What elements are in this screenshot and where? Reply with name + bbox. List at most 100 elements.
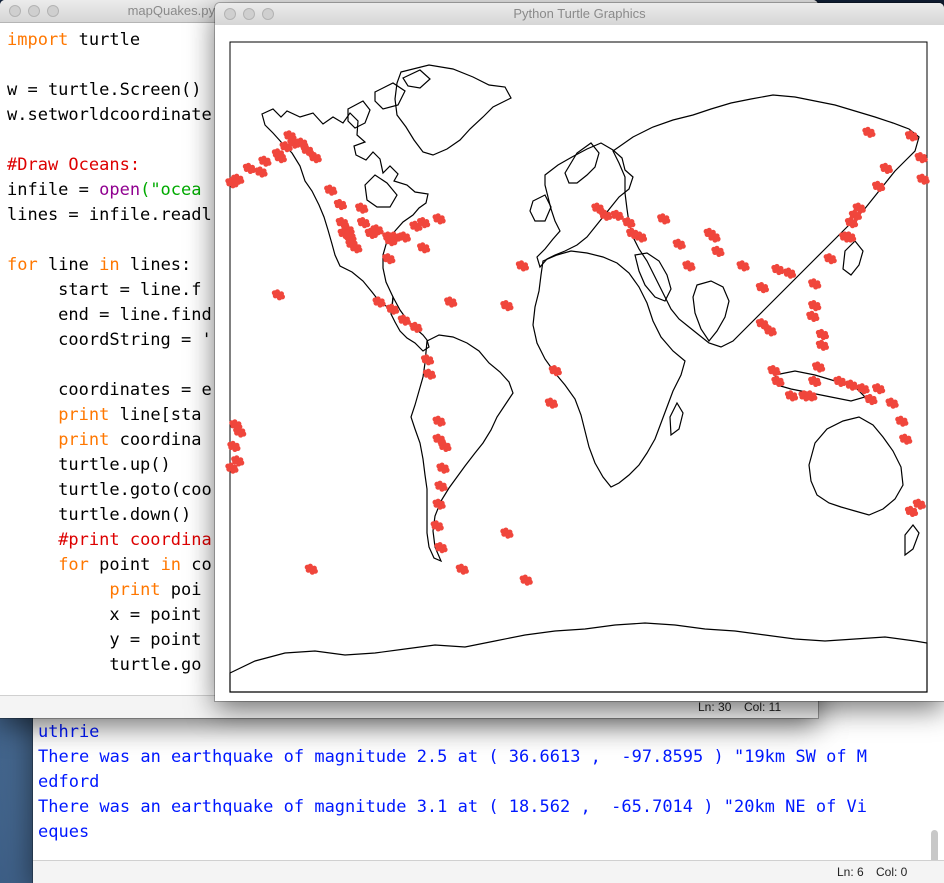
- code-token: w.setworldcoordinate: [7, 105, 212, 125]
- antarctica-outline: [229, 622, 928, 693]
- earthquake-marker: [904, 130, 919, 142]
- earthquake-marker: [784, 390, 799, 402]
- earthquake-marker: [862, 126, 876, 138]
- earthquake-marker: [823, 253, 837, 265]
- earthquake-marker: [308, 152, 322, 164]
- earthquake-marker: [879, 162, 893, 174]
- code-token: ("ocea: [140, 180, 202, 200]
- code-token: turtle.goto(coo: [7, 480, 212, 500]
- japan: [842, 240, 864, 276]
- code-token: infile =: [7, 180, 100, 200]
- editor-status-col: Col: 11: [744, 700, 782, 714]
- earthquake-marker: [397, 314, 411, 326]
- earthquake-markers: [225, 126, 930, 586]
- british-isles: [529, 194, 552, 222]
- earthquake-marker: [409, 321, 423, 333]
- south-america-outline: [410, 334, 514, 563]
- editor-title: mapQuakes.py: [127, 3, 215, 18]
- earthquake-marker: [916, 173, 930, 185]
- earthquake-marker: [258, 155, 272, 167]
- earthquake-marker: [808, 300, 822, 312]
- earthquake-marker: [333, 198, 347, 211]
- earthquake-marker: [417, 242, 431, 254]
- code-token: in: [99, 255, 120, 275]
- earthquake-marker: [436, 462, 450, 474]
- turtle-canvas[interactable]: [215, 25, 944, 701]
- code-token: for: [7, 255, 38, 275]
- earthquake-marker: [349, 242, 363, 254]
- earthquake-marker: [273, 152, 287, 164]
- turtle-graphics-window[interactable]: Python Turtle Graphics: [215, 3, 944, 701]
- code-token: turtle.up(): [7, 455, 171, 475]
- python-shell-window[interactable]: SSW of GuthrieThere was an earthquake of…: [33, 690, 944, 883]
- code-token: #Draw Oceans:: [7, 155, 141, 175]
- turtle-titlebar[interactable]: Python Turtle Graphics: [215, 3, 944, 26]
- shell-output-line: uthrie: [38, 722, 100, 742]
- earthquake-marker: [755, 318, 770, 330]
- shell-statusbar: Ln: 6 Col: 0: [33, 860, 944, 883]
- code-token: print: [58, 405, 110, 425]
- code-token: import: [7, 30, 69, 50]
- code-token: in: [160, 555, 182, 575]
- earthquake-marker: [808, 278, 822, 290]
- earthquake-marker: [227, 440, 241, 452]
- earthquake-marker: [304, 563, 318, 575]
- code-token: turtle.down(): [7, 505, 192, 525]
- earthquake-marker: [672, 238, 686, 250]
- earthquake-marker: [767, 365, 781, 377]
- earthquake-marker: [707, 231, 721, 243]
- earthquake-marker: [622, 217, 636, 229]
- earthquake-marker: [438, 440, 452, 452]
- code-token: co: [181, 555, 212, 575]
- australia-outline: [808, 416, 904, 516]
- greenland-outline: [394, 64, 512, 156]
- editor-status-line: Ln: 30: [698, 700, 732, 714]
- earthquake-marker: [382, 253, 396, 265]
- code-token: coordString = ': [7, 330, 212, 350]
- code-token: point: [88, 555, 161, 575]
- earthquake-marker: [455, 563, 469, 575]
- earthquake-marker: [324, 184, 338, 196]
- code-token: line: [37, 255, 100, 275]
- earthquake-marker: [610, 209, 624, 221]
- earthquake-marker: [271, 289, 285, 301]
- code-token: start = line.f: [7, 280, 202, 300]
- code-token: for: [58, 555, 89, 575]
- code-token: #print coordina: [58, 530, 212, 550]
- earthquake-marker: [736, 260, 750, 272]
- earthquake-marker: [844, 379, 859, 391]
- code-token: coordinates = e: [7, 380, 212, 400]
- earthquake-marker: [432, 415, 446, 427]
- earthquake-marker: [500, 527, 514, 539]
- earthquake-marker: [500, 300, 514, 312]
- earthquake-marker: [432, 498, 446, 510]
- earthquake-marker: [519, 574, 533, 586]
- earthquake-marker: [885, 397, 899, 409]
- earthquake-marker: [808, 375, 822, 387]
- earthquake-marker: [444, 296, 458, 308]
- earthquake-marker: [233, 426, 247, 438]
- code-token: turtle.go: [7, 655, 202, 675]
- turtle-title: Python Turtle Graphics: [513, 6, 646, 21]
- earthquake-marker: [633, 231, 648, 243]
- earthquake-marker: [432, 213, 446, 225]
- earthquake-marker: [548, 365, 562, 377]
- earthquake-marker: [420, 354, 435, 366]
- earthquake-marker: [355, 202, 369, 214]
- shell-output-line: There was an earthquake of magnitude 3.1…: [38, 797, 868, 817]
- scandinavia: [564, 142, 600, 184]
- earthquake-marker: [357, 217, 371, 229]
- earthquake-marker: [815, 339, 830, 351]
- earthquake-marker: [283, 130, 297, 142]
- india: [692, 280, 730, 343]
- earthquake-marker: [591, 202, 605, 214]
- earthquake-marker: [864, 393, 878, 406]
- code-token: line[sta: [109, 405, 202, 425]
- code-token: y = point: [7, 630, 202, 650]
- earthquake-marker: [771, 263, 785, 276]
- code-token: turtle: [68, 30, 141, 50]
- continent-outlines: [229, 64, 928, 693]
